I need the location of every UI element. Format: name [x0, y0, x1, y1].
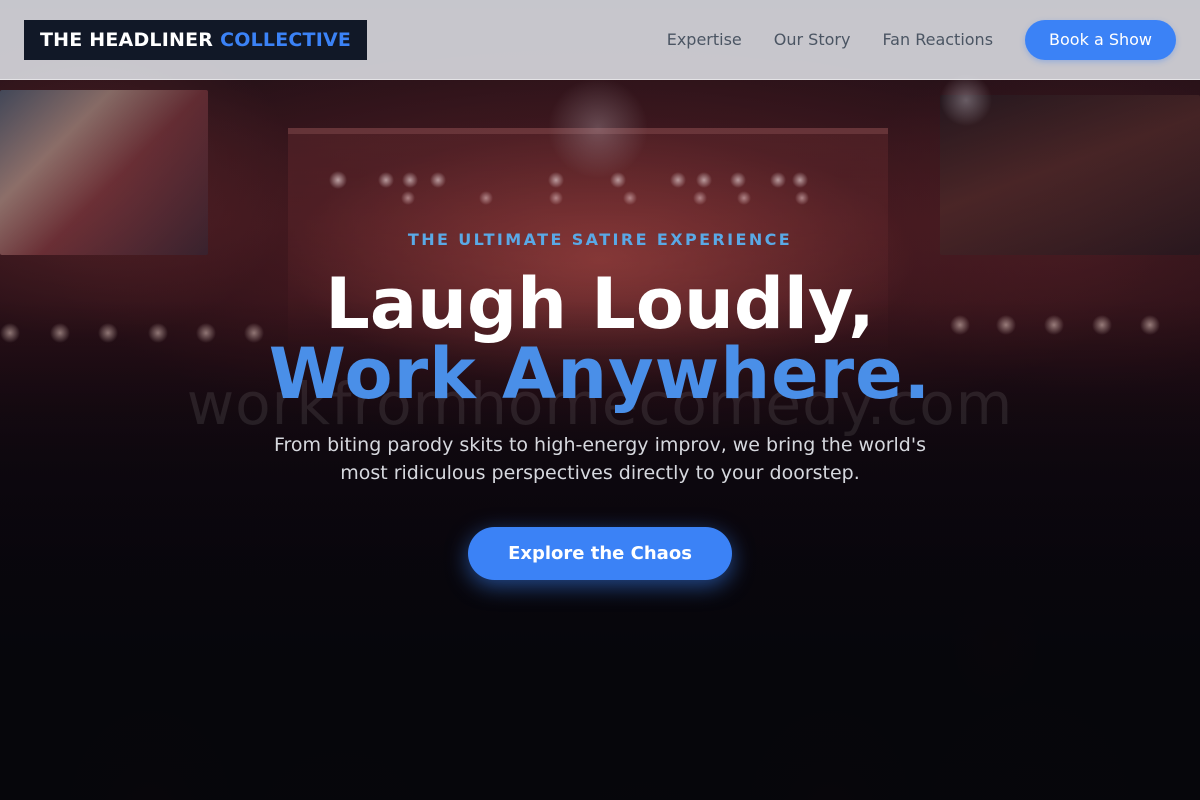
logo-accent-text: COLLECTIVE: [220, 28, 352, 51]
hero-eyebrow: THE ULTIMATE SATIRE EXPERIENCE: [407, 230, 793, 249]
site-header: THE HEADLINER COLLECTIVE Expertise Our S…: [0, 0, 1200, 80]
nav-link-our-story[interactable]: Our Story: [774, 30, 851, 49]
book-show-button[interactable]: Book a Show: [1025, 19, 1176, 60]
logo-primary-text: THE HEADLINER: [40, 28, 214, 51]
nav-link-fan-reactions[interactable]: Fan Reactions: [882, 30, 993, 49]
main-nav: Expertise Our Story Fan Reactions Book a…: [667, 19, 1176, 60]
hero-headline: Laugh Loudly, Work Anywhere.: [0, 269, 1200, 409]
explore-chaos-button[interactable]: Explore the Chaos: [468, 527, 732, 580]
hero-section: THE ULTIMATE SATIRE EXPERIENCE Laugh Lou…: [0, 230, 1200, 580]
headline-line-2: Work Anywhere.: [268, 333, 932, 415]
hero-subtitle: From biting parody skits to high-energy …: [273, 434, 926, 484]
headline-line-1: Laugh Loudly,: [325, 263, 875, 345]
nav-link-expertise[interactable]: Expertise: [667, 30, 742, 49]
logo[interactable]: THE HEADLINER COLLECTIVE: [24, 19, 368, 60]
